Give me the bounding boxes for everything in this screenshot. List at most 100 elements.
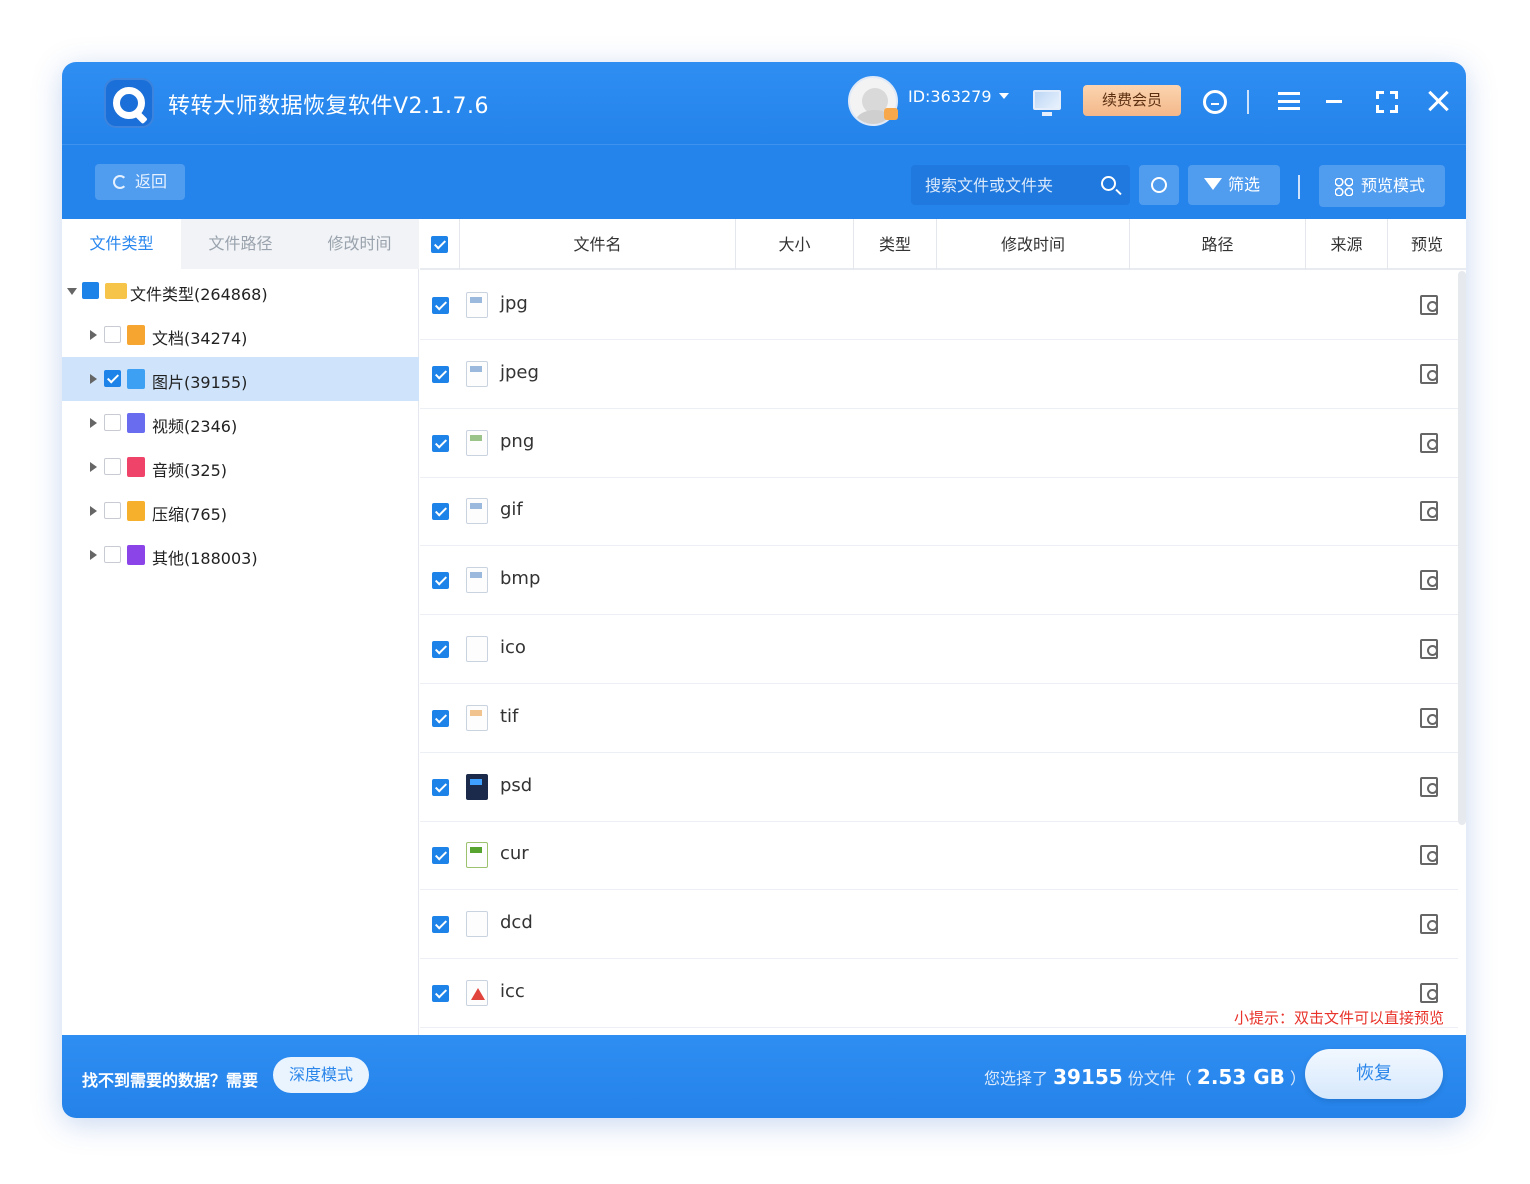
customer-service-icon[interactable] [1203,90,1227,114]
tree-checkbox[interactable] [104,546,121,563]
tree-item[interactable]: 压缩(765) [62,489,419,533]
table-row[interactable]: cur [420,821,1458,891]
row-checkbox[interactable] [432,572,449,590]
tree-checkbox[interactable] [104,458,121,475]
search-input[interactable] [925,165,1095,205]
column-preview[interactable]: 预览 [1388,219,1466,270]
table-row[interactable]: tif [420,684,1458,753]
table-row[interactable]: jpg [420,271,1458,340]
preview-icon[interactable] [1420,501,1438,522]
collapse-arrow-icon[interactable] [90,374,97,384]
back-label: 返回 [135,172,168,191]
collapse-arrow-icon[interactable] [90,330,97,340]
preview-icon[interactable] [1420,776,1438,797]
tree-item[interactable]: 文档(34274) [62,313,419,357]
tree-item[interactable]: 文件类型(264868) [62,269,419,313]
row-checkbox[interactable] [432,297,449,314]
column-type[interactable]: 类型 [854,219,937,270]
tab-file-type[interactable]: 文件类型 [62,219,181,269]
preview-icon[interactable] [1420,914,1438,935]
row-checkbox[interactable] [432,847,449,865]
tree-item[interactable]: 图片(39155) [62,357,419,401]
select-all-checkbox[interactable] [431,236,448,253]
table-row[interactable]: gif [420,477,1458,547]
preview-mode-button[interactable]: 预览模式 [1319,165,1445,207]
row-checkbox[interactable] [432,709,449,727]
tree-item-label: 压缩(765) [152,505,228,524]
row-checkbox[interactable] [432,641,449,658]
tree-item[interactable]: 其他(188003) [62,533,419,577]
tree-item-label: 图片(39155) [152,373,248,392]
recover-button[interactable]: 恢复 [1305,1049,1443,1099]
column-source[interactable]: 来源 [1306,219,1388,270]
column-path[interactable]: 路径 [1130,219,1306,270]
row-checkbox[interactable] [432,778,449,796]
ico-file-icon [466,636,488,662]
jpeg-file-icon [466,360,488,387]
preview-icon[interactable] [1420,295,1438,315]
minimize-icon[interactable] [1326,100,1342,103]
table-row[interactable]: png [420,409,1458,478]
collapse-arrow-icon[interactable] [90,418,97,428]
tree-item-label: 其他(188003) [152,549,258,568]
preview-icon[interactable] [1420,363,1438,384]
search-icon[interactable] [1101,176,1116,191]
tree-checkbox[interactable] [104,370,121,387]
advanced-search-icon [1151,177,1167,193]
jpg-file-icon [466,292,488,318]
collapse-arrow-icon[interactable] [90,462,97,472]
audio-icon [127,457,145,477]
search-box[interactable] [911,165,1130,205]
deep-mode-button[interactable]: 深度模式 [273,1057,369,1093]
tab-file-path[interactable]: 文件路径 [181,219,300,269]
maximize-icon[interactable] [1376,91,1398,113]
collapse-arrow-icon[interactable] [90,550,97,560]
file-name: png [500,430,535,452]
collapse-arrow-icon[interactable] [90,506,97,516]
row-checkbox[interactable] [432,365,449,383]
tree-checkbox[interactable] [104,502,121,519]
row-checkbox[interactable] [432,985,449,1002]
renew-vip-button[interactable]: 续费会员 [1083,85,1181,116]
user-id[interactable]: ID:363279 [908,87,992,106]
filter-button[interactable]: 筛选 [1188,165,1280,205]
menu-icon[interactable] [1278,92,1300,110]
file-name: tif [500,705,519,727]
table-row[interactable]: dcd [420,890,1458,960]
filter-icon [1204,178,1222,190]
preview-icon[interactable] [1420,983,1438,1003]
select-all-cell [420,219,460,270]
back-button[interactable]: 返回 [95,164,185,200]
row-checkbox[interactable] [432,916,449,934]
table-row[interactable]: ico [420,615,1458,684]
preview-icon[interactable] [1420,845,1438,866]
monitor-icon[interactable] [1033,90,1061,116]
row-checkbox[interactable] [432,434,449,452]
preview-icon[interactable] [1420,570,1438,591]
vertical-scrollbar[interactable] [1458,271,1466,825]
selected-count: 39155 [1053,1065,1123,1089]
divider [1298,175,1300,199]
close-icon[interactable] [1428,90,1450,112]
column-filename[interactable]: 文件名 [460,219,736,270]
table-row[interactable]: jpeg [420,340,1458,409]
file-table: 文件名 大小 类型 修改时间 路径 来源 预览 jpg jpeg png gif bmp… [420,219,1466,1035]
table-row[interactable]: psd [420,753,1458,822]
row-checkbox[interactable] [432,503,449,521]
preview-icon[interactable] [1420,639,1438,659]
preview-icon[interactable] [1420,707,1438,728]
expand-arrow-icon[interactable] [67,288,77,295]
table-row[interactable]: bmp [420,546,1458,616]
advanced-search-button[interactable] [1139,165,1179,205]
tree-checkbox[interactable] [104,414,121,431]
tree-item[interactable]: 视频(2346) [62,401,419,445]
column-size[interactable]: 大小 [736,219,854,270]
tree-item[interactable]: 音频(325) [62,445,419,489]
chevron-down-icon[interactable] [999,93,1009,99]
tree-checkbox[interactable] [104,326,121,343]
preview-icon[interactable] [1420,432,1438,453]
tree-checkbox[interactable] [82,282,99,299]
column-modified-time[interactable]: 修改时间 [937,219,1130,270]
cur-file-icon [466,842,488,869]
tab-modified-time[interactable]: 修改时间 [300,219,419,269]
